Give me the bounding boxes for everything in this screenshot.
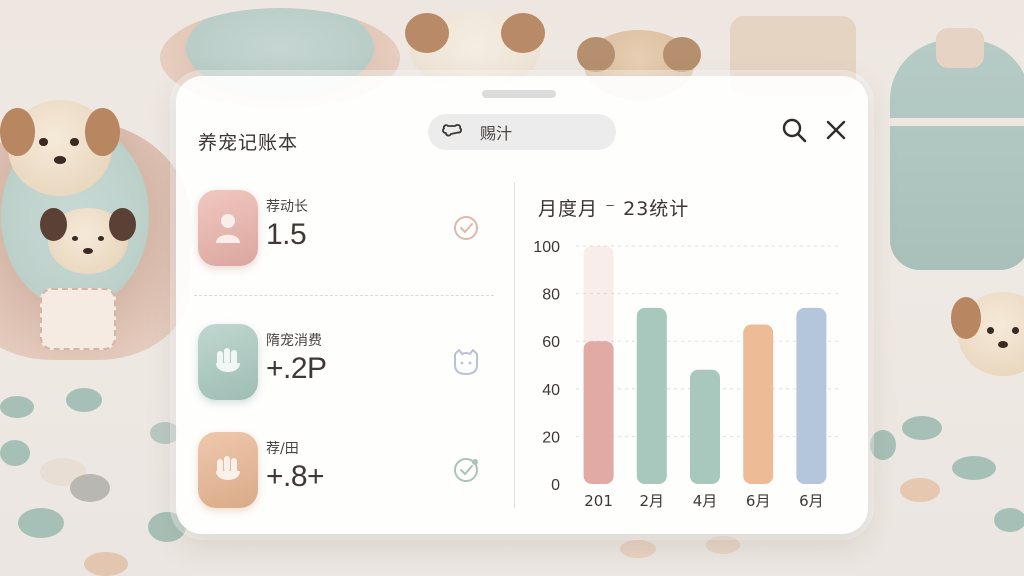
card-label: 荐/田 (266, 441, 299, 457)
panel-divider (514, 182, 515, 508)
bone-icon (442, 124, 462, 137)
cat-face-icon[interactable] (450, 346, 482, 378)
plush-puppy-right (950, 292, 1024, 376)
search-field[interactable]: 赐汁 (428, 114, 616, 150)
y-tick-label: 80 (542, 287, 560, 304)
paw-icon (216, 456, 240, 480)
bar (796, 307, 827, 484)
plush-puppy-small (40, 208, 136, 274)
close-icon[interactable] (822, 116, 850, 144)
y-tick-label: 40 (542, 382, 560, 399)
card-value: +.8+ (266, 460, 325, 493)
user-icon (216, 214, 240, 243)
chart-title: 月度月 ⁻ 23统计 (538, 198, 690, 220)
x-tick-label: 6月 (799, 492, 824, 510)
plush-puppy-large (0, 100, 121, 196)
y-tick-label: 20 (542, 429, 560, 446)
paw-icon (216, 348, 240, 372)
x-tick-label: 201 (584, 492, 613, 510)
check-circle-icon[interactable] (450, 212, 482, 244)
ledger-panel: 养宠记账本 赐汁 荐动长 1.5 隋宠消费 +.2P 荐/田 +.8+ 月度月 … (176, 76, 868, 534)
treat-jar (890, 28, 1024, 270)
x-tick-label: 2月 (640, 492, 665, 510)
card-value: 1.5 (266, 218, 307, 251)
summary-card-total[interactable]: 荐动长 1.5 (198, 190, 498, 270)
bar (690, 369, 720, 484)
y-tick-label: 100 (533, 239, 560, 256)
bar (636, 307, 667, 484)
app-title: 养宠记账本 (198, 132, 299, 154)
card-label: 隋宠消费 (266, 333, 322, 349)
card-divider (194, 295, 494, 296)
x-tick-label: 4月 (693, 492, 718, 510)
card-label: 荐动长 (266, 199, 308, 215)
bar (743, 324, 774, 484)
card-value: +.2P (266, 352, 327, 385)
y-tick-label: 60 (542, 334, 560, 351)
x-tick-label: 6月 (746, 492, 771, 510)
y-tick-label: 0 (551, 477, 560, 494)
card-badge (198, 324, 258, 400)
search-icon[interactable] (780, 116, 808, 144)
check-circle-icon[interactable] (450, 454, 482, 486)
bar (583, 341, 614, 484)
search-text: 赐汁 (480, 124, 513, 143)
card-badge (198, 432, 258, 508)
summary-card-pet-spending[interactable]: 隋宠消费 +.2P (198, 324, 498, 404)
monthly-bar-chart: 0 20 40 60 80 100 201 2月 4月 6月 6月 (533, 239, 842, 510)
card-badge (198, 190, 258, 266)
drag-handle[interactable] (482, 90, 556, 98)
summary-card-other[interactable]: 荐/田 +.8+ (198, 432, 498, 512)
